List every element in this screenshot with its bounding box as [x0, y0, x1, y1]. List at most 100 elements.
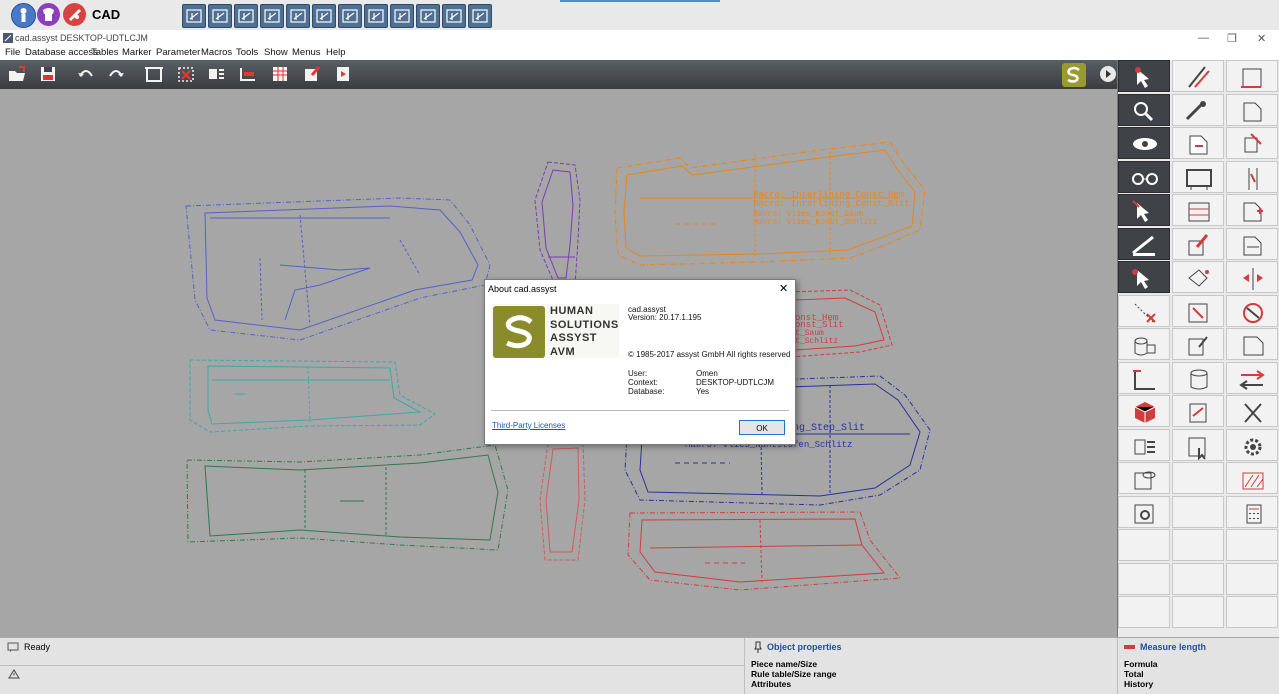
macro-label: Makro: Vlies_Konst_Schlitz — [753, 218, 878, 227]
pattern-tool-2-icon[interactable] — [208, 4, 232, 28]
pattern-tool-1-icon[interactable] — [182, 4, 206, 28]
menu-macros[interactable]: Macros — [201, 47, 232, 58]
table-piece-icon[interactable] — [1172, 194, 1224, 226]
shirt-icon[interactable] — [37, 3, 60, 26]
cad-icon[interactable] — [63, 3, 86, 26]
pattern-tool-6-icon[interactable] — [312, 4, 336, 28]
view-eye-icon[interactable] — [1118, 127, 1170, 159]
table-icon[interactable] — [270, 64, 290, 84]
pattern-tool-8-icon[interactable] — [364, 4, 388, 28]
piece-list-right-icon[interactable] — [1118, 428, 1170, 461]
export-icon[interactable] — [334, 64, 354, 84]
cylinder-icon[interactable] — [1172, 361, 1224, 394]
point-select-icon[interactable] — [1118, 194, 1170, 226]
pattern-tool-5-icon[interactable] — [286, 4, 310, 28]
piece-list-icon[interactable] — [206, 64, 226, 84]
pin-icon[interactable] — [754, 641, 762, 653]
menu-marker[interactable]: Marker — [122, 47, 152, 58]
move-point-icon[interactable] — [1118, 261, 1170, 293]
copy-piece-icon[interactable] — [1226, 127, 1278, 159]
notch-icon[interactable] — [1172, 127, 1224, 159]
piece-search-icon[interactable] — [1118, 495, 1170, 528]
empty-slot-1 — [1172, 462, 1224, 494]
ok-button[interactable]: OK — [739, 420, 785, 435]
restore-icon[interactable]: ❐ — [1227, 32, 1237, 45]
database-label: Database: — [628, 387, 665, 396]
formula-label: Formula — [1124, 659, 1158, 669]
blue-pattern-piece[interactable] — [185, 197, 491, 341]
seam-icon[interactable] — [1172, 294, 1224, 327]
view-piece-icon[interactable] — [1118, 462, 1170, 494]
red-pattern-piece-top[interactable]: onst_Hem onst_Slit t_Saum t_Schlitz — [789, 289, 893, 358]
pattern-tool-7-icon[interactable] — [338, 4, 362, 28]
delete-piece-icon[interactable] — [176, 64, 196, 84]
menu-database-access[interactable]: Database access — [25, 47, 98, 58]
minimize-icon[interactable]: — — [1198, 32, 1209, 44]
pattern-tool-11-icon[interactable] — [442, 4, 466, 28]
piece-frame-icon[interactable] — [144, 64, 164, 84]
plotter-icon[interactable] — [1172, 160, 1224, 193]
panel-toggle-icon[interactable] — [1100, 66, 1116, 82]
pattern-tool-10-icon[interactable] — [416, 4, 440, 28]
select-arrow-icon[interactable] — [1118, 60, 1170, 92]
menu-tables[interactable]: Tables — [91, 47, 118, 58]
folded-piece-icon[interactable] — [1226, 328, 1278, 360]
mirror-icon[interactable] — [1226, 261, 1278, 293]
calculator-icon[interactable] — [1226, 495, 1278, 528]
third-party-licenses-link[interactable]: Third-Party Licenses — [492, 421, 565, 430]
redo-icon[interactable] — [106, 64, 126, 84]
empty-slot — [1226, 562, 1278, 595]
swap-icon[interactable] — [1226, 361, 1278, 394]
edit-piece-icon[interactable] — [302, 64, 322, 84]
rotate-piece-icon[interactable] — [238, 64, 258, 84]
pattern-tool-9-icon[interactable] — [390, 4, 414, 28]
edit-line-icon[interactable] — [1172, 60, 1224, 92]
user-icon[interactable] — [11, 3, 36, 28]
label-piece-icon[interactable] — [1226, 60, 1278, 92]
dialog-divider — [491, 410, 789, 411]
pink-pattern-piece[interactable] — [539, 441, 586, 561]
rotate-icon[interactable] — [1226, 294, 1278, 327]
piece-outline-icon[interactable] — [1226, 93, 1278, 126]
menu-parameter[interactable]: Parameter — [156, 47, 200, 58]
cut-icon[interactable] — [1226, 395, 1278, 427]
piece-pen-icon[interactable] — [1172, 227, 1224, 260]
pattern-tool-3-icon[interactable] — [234, 4, 258, 28]
menu-file[interactable]: File — [5, 47, 20, 58]
pointer-piece-icon[interactable] — [1172, 428, 1224, 461]
delete-point-icon[interactable] — [1118, 294, 1170, 327]
open-icon[interactable] — [7, 64, 27, 84]
menu-menus[interactable]: Menus — [292, 47, 321, 58]
piece-edit-icon[interactable] — [1172, 328, 1224, 360]
warning-icon — [8, 669, 20, 679]
split-piece-icon[interactable] — [1226, 227, 1278, 260]
database-icon[interactable] — [1118, 328, 1170, 360]
hatch-piece-icon[interactable] — [1226, 462, 1278, 494]
ruler-measure-icon[interactable] — [1118, 227, 1170, 260]
piece-point-icon[interactable] — [1172, 395, 1224, 427]
green-pattern-piece[interactable] — [186, 444, 509, 551]
dialog-close-icon[interactable]: ✕ — [779, 282, 788, 295]
add-piece-icon[interactable] — [1226, 194, 1278, 226]
menu-help[interactable]: Help — [326, 47, 346, 58]
cube-icon[interactable] — [1118, 395, 1170, 427]
pattern-tool-4-icon[interactable] — [260, 4, 284, 28]
measure-tool-icon[interactable] — [1172, 93, 1224, 126]
glasses-icon[interactable] — [1118, 160, 1170, 193]
purple-pattern-piece[interactable] — [534, 161, 581, 286]
menu-show[interactable]: Show — [264, 47, 288, 58]
undo-icon[interactable] — [76, 64, 96, 84]
corner-icon[interactable] — [1118, 361, 1170, 394]
menu-tools[interactable]: Tools — [236, 47, 258, 58]
zoom-icon[interactable] — [1118, 93, 1170, 126]
sew-line-icon[interactable] — [1172, 261, 1224, 293]
settings-gear-icon[interactable] — [1226, 428, 1278, 461]
red-pattern-piece-bottom[interactable] — [627, 511, 901, 591]
save-icon[interactable] — [38, 64, 58, 84]
close-window-icon[interactable]: ✕ — [1257, 32, 1266, 45]
teal-pattern-piece[interactable] — [189, 359, 436, 433]
pattern-tool-12-icon[interactable] — [468, 4, 492, 28]
status-bar: Ready Object properties Piece name/Size … — [0, 637, 1279, 694]
orange-pattern-piece[interactable]: Macro: Interlining_Const_Hem Macro: Inte… — [614, 141, 926, 266]
grade-icon[interactable] — [1226, 160, 1278, 193]
